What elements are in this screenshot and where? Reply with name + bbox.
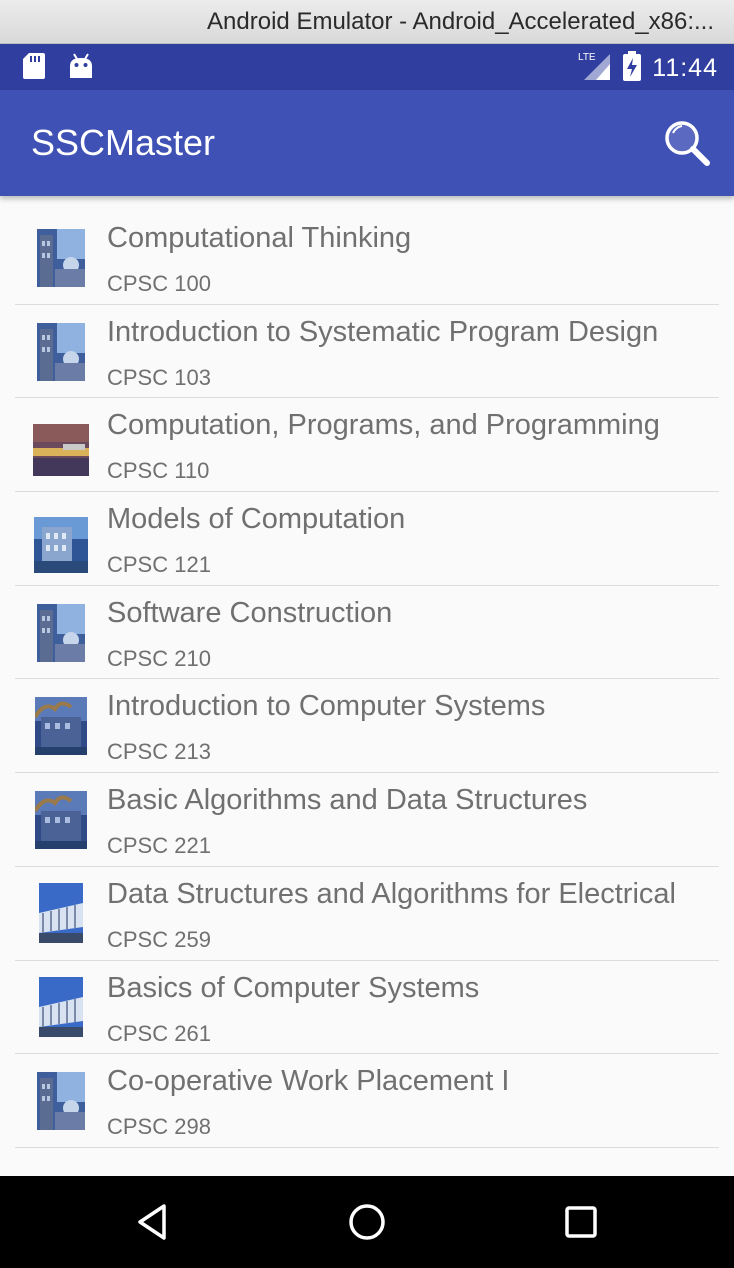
course-row[interactable]: Software Construction CPSC 210	[15, 586, 719, 680]
course-row[interactable]: Computation, Programs, and Programming C…	[15, 398, 719, 493]
course-thumbnail	[37, 229, 85, 291]
course-row[interactable]: Introduction to Systematic Program Desig…	[15, 305, 719, 399]
course-thumbnail	[37, 1072, 85, 1134]
search-icon	[665, 121, 710, 166]
course-row[interactable]: Co-operative Work Placement I CPSC 298	[15, 1054, 719, 1148]
course-title: Introduction to Computer Systems	[107, 690, 546, 723]
course-thumbnail	[37, 322, 85, 385]
course-code: CPSC 298	[107, 1114, 211, 1140]
course-row[interactable]: Basics of Computer Systems CPSC 261	[15, 961, 719, 1055]
course-code: CPSC 221	[107, 833, 211, 859]
course-thumbnail	[37, 603, 85, 666]
course-thumbnail	[33, 791, 87, 853]
window-title-bar: Android Emulator - Android_Accelerated_x…	[0, 0, 734, 44]
android-icon	[68, 52, 94, 84]
course-code: CPSC 103	[107, 364, 211, 390]
course-list: Computational Thinking CPSC 100 Introduc…	[15, 211, 719, 1148]
navigation-bar	[0, 1176, 734, 1268]
course-title: Introduction to Systematic Program Desig…	[107, 315, 659, 348]
app-bar: SSCMaster	[0, 90, 734, 196]
course-title: Data Structures and Algorithms for Elect…	[107, 877, 676, 910]
recents-icon	[565, 1206, 597, 1238]
course-code: CPSC 261	[107, 1020, 211, 1046]
home-icon	[349, 1204, 385, 1240]
course-thumbnail	[39, 882, 83, 947]
course-title: Computation, Programs, and Programming	[107, 409, 660, 442]
back-button[interactable]	[134, 1202, 174, 1242]
course-thumbnail	[39, 976, 83, 1041]
search-button[interactable]	[662, 118, 714, 170]
status-bar: LTE 11:44	[0, 44, 734, 90]
course-row[interactable]: Computational Thinking CPSC 100	[15, 211, 719, 305]
course-thumbnail	[33, 697, 87, 759]
course-thumbnail	[34, 517, 88, 577]
status-clock: 11:44	[652, 53, 718, 82]
course-row[interactable]: Introduction to Computer Systems CPSC 21…	[15, 679, 719, 774]
course-code: CPSC 259	[107, 926, 211, 952]
course-title: Co-operative Work Placement I	[107, 1065, 510, 1098]
course-code: CPSC 210	[107, 645, 211, 671]
course-row[interactable]: Data Structures and Algorithms for Elect…	[15, 867, 719, 961]
course-title: Models of Computation	[107, 503, 406, 536]
course-code: CPSC 121	[107, 552, 211, 578]
network-type-label: LTE	[578, 52, 596, 63]
battery-charging-icon	[622, 51, 642, 85]
course-title: Computational Thinking	[107, 222, 412, 254]
signal-icon: LTE	[576, 50, 612, 86]
course-title: Basic Algorithms and Data Structures	[107, 784, 588, 817]
course-title: Basics of Computer Systems	[107, 971, 480, 1004]
app-title: SSCMaster	[31, 122, 216, 163]
window-title: Android Emulator - Android_Accelerated_x…	[207, 8, 714, 35]
back-icon	[138, 1204, 166, 1240]
course-row[interactable]: Basic Algorithms and Data Structures CPS…	[15, 773, 719, 867]
course-title: Software Construction	[107, 596, 393, 629]
course-row[interactable]: Models of Computation CPSC 121	[15, 492, 719, 586]
home-button[interactable]	[347, 1202, 387, 1242]
recents-button[interactable]	[561, 1202, 601, 1242]
course-code: CPSC 110	[107, 458, 210, 484]
course-thumbnail	[33, 424, 89, 480]
course-code: CPSC 213	[107, 739, 211, 765]
course-code: CPSC 100	[107, 271, 211, 296]
sd-card-icon	[22, 52, 46, 84]
